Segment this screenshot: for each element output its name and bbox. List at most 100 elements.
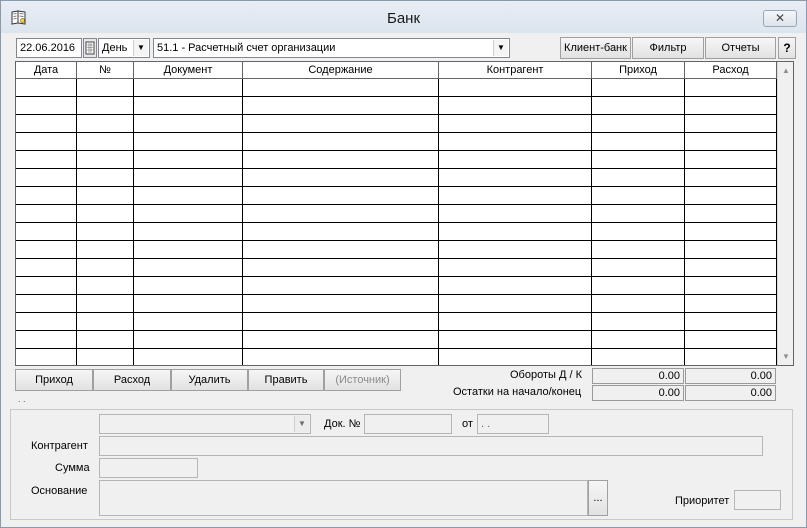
- table-cell[interactable]: [243, 151, 439, 168]
- filter-button[interactable]: Фильтр: [632, 37, 704, 59]
- table-cell[interactable]: [685, 313, 777, 330]
- table-cell[interactable]: [16, 79, 77, 96]
- source-button[interactable]: (Источник): [324, 369, 401, 391]
- table-cell[interactable]: [439, 313, 592, 330]
- table-cell[interactable]: [439, 277, 592, 294]
- table-cell[interactable]: [592, 349, 685, 365]
- table-cell[interactable]: [439, 331, 592, 348]
- table-cell[interactable]: [77, 133, 134, 150]
- column-header-counterparty[interactable]: Контрагент: [439, 62, 592, 79]
- client-bank-button[interactable]: Клиент-банк: [560, 37, 631, 59]
- table-cell[interactable]: [685, 205, 777, 222]
- table-cell[interactable]: [134, 205, 243, 222]
- table-cell[interactable]: [16, 259, 77, 276]
- table-row[interactable]: [16, 187, 777, 205]
- table-cell[interactable]: [77, 187, 134, 204]
- help-button[interactable]: ?: [778, 37, 796, 59]
- table-cell[interactable]: [16, 313, 77, 330]
- table-cell[interactable]: [243, 313, 439, 330]
- transactions-grid[interactable]: Дата № Документ Содержание Контрагент Пр…: [15, 61, 794, 366]
- table-cell[interactable]: [16, 169, 77, 186]
- basis-input[interactable]: [99, 480, 588, 516]
- table-cell[interactable]: [77, 259, 134, 276]
- column-header-number[interactable]: №: [77, 62, 134, 79]
- table-row[interactable]: [16, 223, 777, 241]
- scroll-down-icon[interactable]: ▼: [778, 348, 793, 365]
- table-row[interactable]: [16, 295, 777, 313]
- table-cell[interactable]: [439, 223, 592, 240]
- table-cell[interactable]: [592, 259, 685, 276]
- table-cell[interactable]: [439, 79, 592, 96]
- table-cell[interactable]: [439, 169, 592, 186]
- table-cell[interactable]: [243, 223, 439, 240]
- table-row[interactable]: [16, 169, 777, 187]
- basis-browse-button[interactable]: ...: [588, 480, 608, 516]
- table-cell[interactable]: [134, 313, 243, 330]
- table-cell[interactable]: [439, 133, 592, 150]
- table-cell[interactable]: [134, 331, 243, 348]
- table-cell[interactable]: [77, 277, 134, 294]
- grid-body[interactable]: [16, 79, 777, 365]
- sum-input[interactable]: [99, 458, 198, 478]
- table-cell[interactable]: [243, 277, 439, 294]
- table-cell[interactable]: [592, 223, 685, 240]
- table-cell[interactable]: [16, 277, 77, 294]
- table-cell[interactable]: [685, 151, 777, 168]
- table-cell[interactable]: [243, 295, 439, 312]
- table-row[interactable]: [16, 133, 777, 151]
- table-cell[interactable]: [592, 241, 685, 258]
- counterparty-input[interactable]: [99, 436, 763, 456]
- table-cell[interactable]: [243, 331, 439, 348]
- expense-button[interactable]: Расход: [93, 369, 171, 391]
- income-button[interactable]: Приход: [15, 369, 93, 391]
- table-cell[interactable]: [243, 259, 439, 276]
- table-row[interactable]: [16, 349, 777, 365]
- table-cell[interactable]: [77, 79, 134, 96]
- table-cell[interactable]: [77, 349, 134, 365]
- table-cell[interactable]: [16, 241, 77, 258]
- table-cell[interactable]: [77, 169, 134, 186]
- table-cell[interactable]: [134, 295, 243, 312]
- column-header-income[interactable]: Приход: [592, 62, 685, 79]
- table-cell[interactable]: [592, 187, 685, 204]
- vertical-scrollbar[interactable]: ▲ ▼: [777, 62, 793, 365]
- table-cell[interactable]: [134, 187, 243, 204]
- table-cell[interactable]: [16, 295, 77, 312]
- table-cell[interactable]: [439, 187, 592, 204]
- table-cell[interactable]: [134, 241, 243, 258]
- table-cell[interactable]: [134, 133, 243, 150]
- table-cell[interactable]: [16, 349, 77, 365]
- priority-input[interactable]: [734, 490, 781, 510]
- table-cell[interactable]: [243, 241, 439, 258]
- table-cell[interactable]: [685, 79, 777, 96]
- table-cell[interactable]: [134, 277, 243, 294]
- reports-button[interactable]: Отчеты: [705, 37, 776, 59]
- column-header-document[interactable]: Документ: [134, 62, 243, 79]
- table-row[interactable]: [16, 313, 777, 331]
- table-cell[interactable]: [77, 115, 134, 132]
- table-cell[interactable]: [243, 187, 439, 204]
- table-cell[interactable]: [592, 295, 685, 312]
- table-cell[interactable]: [77, 205, 134, 222]
- doc-date-input[interactable]: . .: [477, 414, 549, 434]
- table-cell[interactable]: [243, 79, 439, 96]
- table-cell[interactable]: [16, 115, 77, 132]
- account-select[interactable]: 51.1 - Расчетный счет организации ▼: [153, 38, 510, 58]
- table-cell[interactable]: [592, 205, 685, 222]
- table-row[interactable]: [16, 115, 777, 133]
- table-cell[interactable]: [243, 169, 439, 186]
- table-cell[interactable]: [134, 97, 243, 114]
- table-cell[interactable]: [243, 97, 439, 114]
- table-cell[interactable]: [134, 151, 243, 168]
- table-cell[interactable]: [685, 259, 777, 276]
- table-row[interactable]: [16, 277, 777, 295]
- table-cell[interactable]: [77, 223, 134, 240]
- table-cell[interactable]: [439, 115, 592, 132]
- table-cell[interactable]: [685, 331, 777, 348]
- table-cell[interactable]: [439, 349, 592, 365]
- table-cell[interactable]: [592, 277, 685, 294]
- table-cell[interactable]: [592, 79, 685, 96]
- doc-number-input[interactable]: [364, 414, 452, 434]
- table-cell[interactable]: [77, 241, 134, 258]
- table-cell[interactable]: [243, 133, 439, 150]
